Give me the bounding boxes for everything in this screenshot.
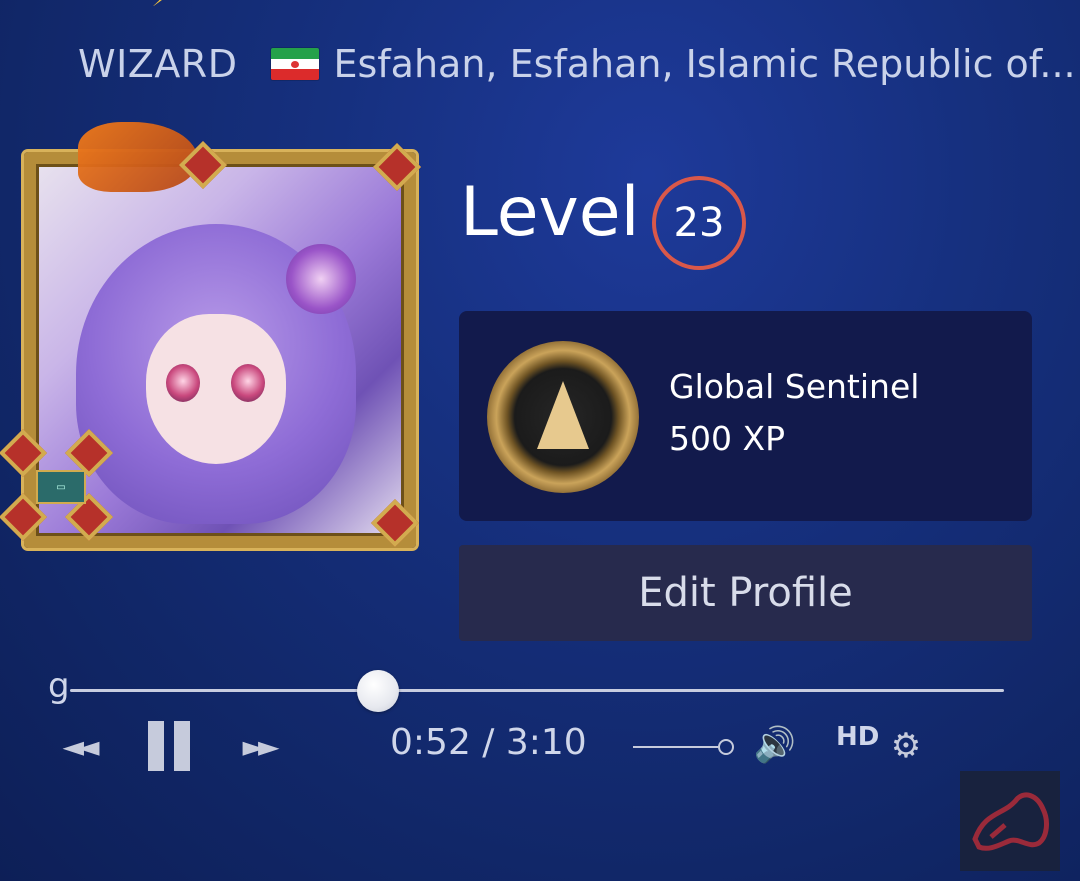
- cs-mini-badge-icon: ▭: [36, 470, 86, 504]
- level-value: 23: [673, 200, 725, 246]
- avatar-flower: [286, 244, 356, 314]
- pause-button[interactable]: [144, 718, 194, 774]
- pause-bar-left: [148, 721, 164, 771]
- seek-thumb[interactable]: [357, 670, 400, 712]
- gear-icon[interactable]: ⚙: [886, 726, 926, 766]
- time-display: 0:52 / 3:10: [390, 722, 587, 763]
- rewind-icon[interactable]: ◄◄: [48, 728, 108, 764]
- volume-slider[interactable]: [633, 746, 719, 748]
- badge-title: Global Sentinel: [669, 367, 920, 406]
- username: WIZARD: [78, 42, 238, 86]
- speaker-icon[interactable]: 🔊: [752, 722, 798, 768]
- badge-xp: 500 XP: [669, 419, 785, 458]
- sparkle-icon: ⚡: [152, 0, 165, 11]
- iran-flag-icon: [271, 48, 320, 80]
- edit-profile-button[interactable]: Edit Profile: [459, 545, 1032, 641]
- location-text: Esfahan, Esfahan, Islamic Republic of...: [333, 42, 1076, 86]
- watermark-logo-icon: [960, 771, 1060, 871]
- hd-quality-label[interactable]: HD: [836, 722, 879, 752]
- profile-header: WIZARD Esfahan, Esfahan, Islamic Republi…: [78, 38, 1076, 90]
- seek-bar[interactable]: [70, 689, 1004, 692]
- volume-knob[interactable]: [718, 739, 734, 755]
- dragon-ornament-icon: [78, 122, 198, 192]
- featured-badge-card[interactable]: Global Sentinel 500 XP: [459, 311, 1032, 521]
- avatar[interactable]: ▭: [0, 118, 445, 566]
- level-label: Level: [460, 173, 640, 252]
- avatar-eye-left: [166, 364, 200, 402]
- global-sentinel-badge-icon: [487, 341, 639, 493]
- level-badge: 23: [652, 176, 746, 270]
- watermark-logo-svg: [972, 792, 1049, 851]
- fast-forward-icon[interactable]: ►►: [228, 728, 288, 764]
- pause-bar-right: [174, 721, 190, 771]
- player-leading-char: g: [48, 666, 70, 706]
- avatar-eye-right: [231, 364, 265, 402]
